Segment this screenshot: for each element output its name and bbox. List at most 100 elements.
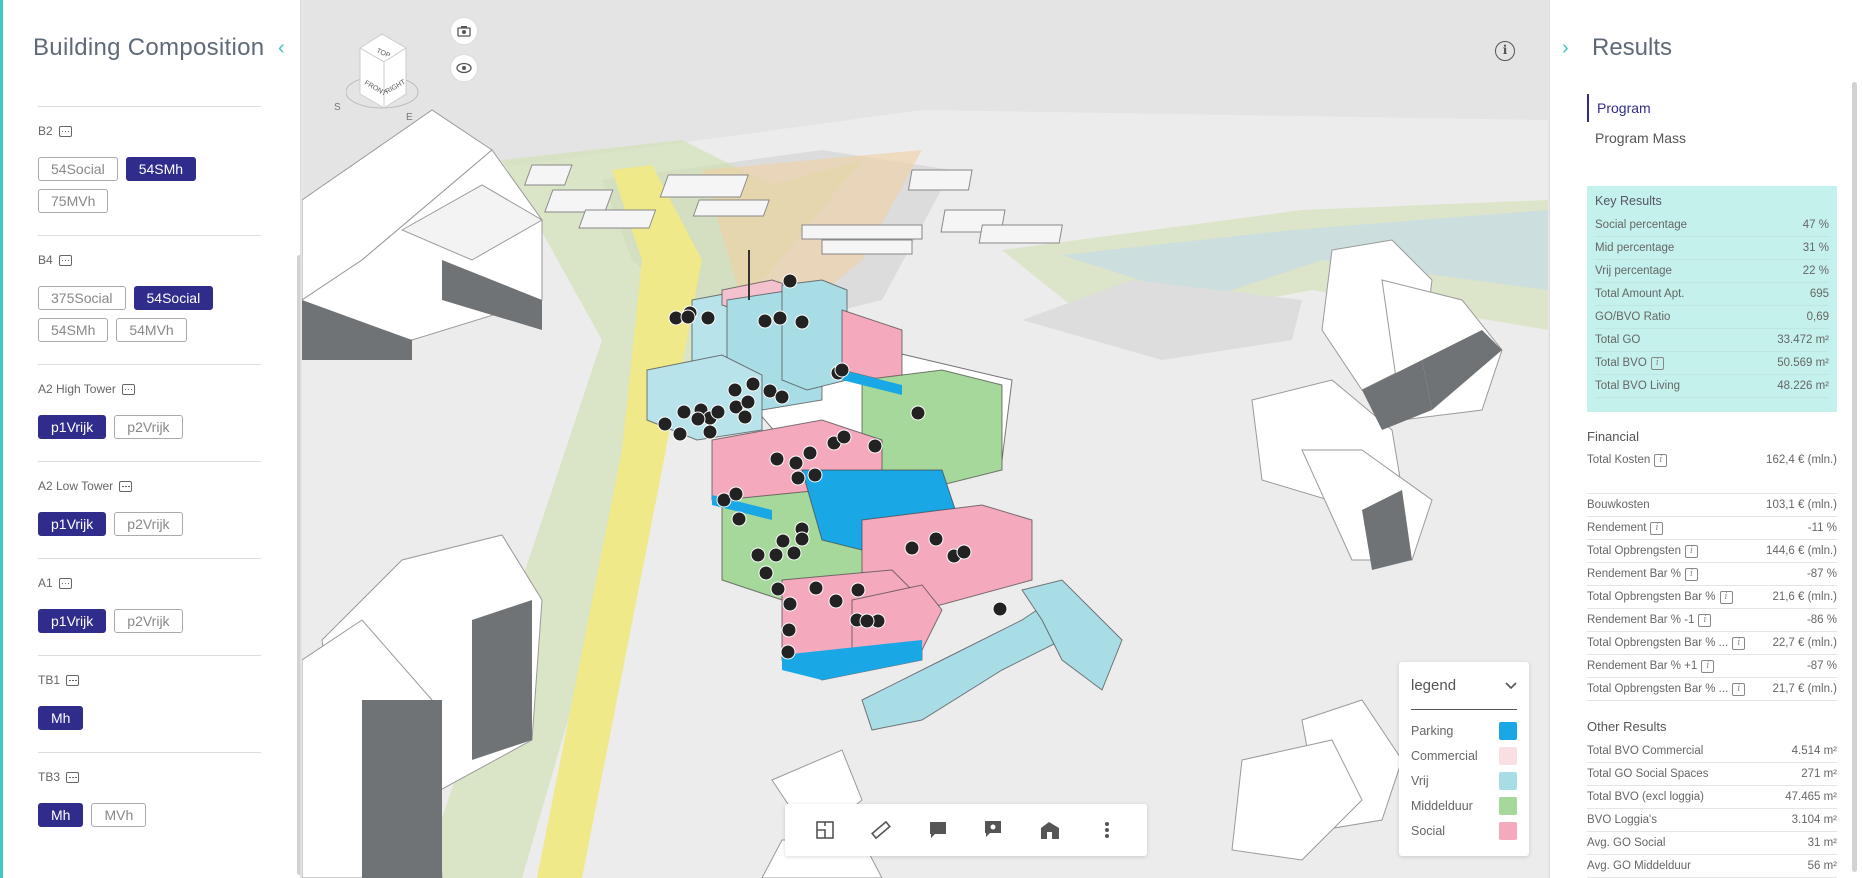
info-icon[interactable]: i [1650, 356, 1664, 370]
result-label: Rendement [1587, 522, 1647, 534]
info-icon[interactable]: i [1701, 659, 1715, 673]
variant-chip[interactable]: p1Vrijk [38, 609, 107, 633]
view-comments-button[interactable] [980, 816, 1008, 844]
compass-east: E [406, 112, 413, 123]
info-icon[interactable]: i [1654, 453, 1668, 467]
info-icon[interactable]: i [1495, 41, 1515, 61]
section-title: B2 [38, 123, 261, 139]
result-value: 22,7 € (mln.) [1772, 637, 1837, 649]
compass-south: S [334, 102, 341, 113]
result-label: Bouwkosten [1587, 499, 1650, 511]
variant-chip[interactable]: MVh [91, 803, 147, 827]
result-label: Total BVO (excl loggia) [1587, 791, 1704, 803]
result-row: Social percentage 47 % [1595, 214, 1829, 237]
3d-viewport[interactable]: TOP FRONT RIGHT S E i legend Parking Com… [302, 0, 1548, 878]
result-row: Total Opbrengsten i 144,6 € (mln.) [1587, 540, 1837, 563]
visibility-button[interactable] [450, 54, 478, 82]
variant-chip[interactable]: 375Social [38, 286, 126, 310]
collapse-left-icon[interactable]: ‹ [278, 38, 285, 58]
variant-chip[interactable]: p2Vrijk [114, 415, 183, 439]
building-icon [1041, 822, 1060, 839]
variant-chip[interactable]: p1Vrijk [38, 415, 107, 439]
section-label: A2 Low Tower [38, 479, 114, 493]
variant-chips: p1Vrijk p2Vrijk [38, 512, 238, 536]
options-icon[interactable] [121, 383, 135, 395]
floorplan-button[interactable] [811, 816, 839, 844]
result-value: -86 % [1806, 614, 1837, 626]
info-icon[interactable]: i [1650, 521, 1664, 535]
legend-item: Vrij [1411, 768, 1517, 793]
building-button[interactable] [1036, 816, 1064, 844]
result-label: Total BVO Living [1595, 379, 1681, 392]
view-cube[interactable]: TOP FRONT RIGHT S E [334, 22, 426, 123]
legend-header[interactable]: legend [1411, 662, 1517, 710]
variant-chip[interactable]: p1Vrijk [38, 512, 107, 536]
result-label: Rendement Bar % +1 [1587, 660, 1698, 672]
variant-chip[interactable]: p2Vrijk [114, 609, 183, 633]
info-icon[interactable]: i [1732, 636, 1746, 650]
result-value: -87 % [1806, 568, 1837, 580]
info-icon[interactable]: i [1684, 544, 1698, 558]
result-value: 21,6 € (mln.) [1772, 591, 1837, 603]
section-b4: B4 375Social 54Social 54SMh 54MVh [38, 235, 261, 342]
section-label: B2 [38, 124, 53, 138]
tab-program[interactable]: Program [1587, 94, 1686, 122]
options-icon[interactable] [66, 674, 80, 686]
screenshot-button[interactable] [450, 17, 478, 45]
variant-chip[interactable]: p2Vrijk [114, 512, 183, 536]
result-value: -11 % [1807, 522, 1837, 534]
result-row: Total BVO (excl loggia) 47.465 m² [1587, 786, 1837, 809]
result-label: Vrij percentage [1595, 264, 1672, 277]
variant-chip[interactable]: Mh [38, 803, 84, 827]
result-label-wrap: Mid percentage [1595, 237, 1674, 259]
camera-icon [457, 26, 471, 37]
info-icon[interactable]: i [1719, 590, 1733, 604]
result-label-wrap: Avg. GO Social [1587, 832, 1665, 854]
result-label-wrap: Avg. GO Middelduur [1587, 855, 1691, 877]
variant-chip[interactable]: 54SMh [38, 318, 109, 342]
info-icon[interactable]: i [1698, 613, 1712, 627]
legend-label: Middelduur [1411, 798, 1473, 813]
legend-swatch [1499, 746, 1517, 765]
variant-chip[interactable]: 54Social [133, 286, 214, 310]
info-icon[interactable]: i [1732, 682, 1746, 696]
result-label-wrap: Bouwkosten [1587, 494, 1650, 516]
tab-program-mass[interactable]: Program Mass [1587, 124, 1686, 152]
variant-chip[interactable]: 54SMh [125, 157, 197, 181]
options-icon[interactable] [119, 480, 133, 492]
financial-title: Financial [1587, 429, 1640, 444]
section-label: TB3 [38, 770, 61, 784]
result-row: Total Opbrengsten Bar % i 21,6 € (mln.) [1587, 586, 1837, 609]
results-panel: › Results Program Program Mass Key Resul… [1549, 0, 1862, 878]
variant-chip[interactable]: 75MVh [38, 189, 109, 213]
result-row: Total BVO Living 48.226 m² [1595, 375, 1829, 398]
variant-chip[interactable]: 54Social [38, 157, 118, 181]
section-tb1: TB1 Mh [38, 655, 261, 730]
result-label-wrap: Total BVO (excl loggia) [1587, 786, 1704, 808]
result-label: Total Amount Apt. [1595, 287, 1685, 300]
result-row: Rendement Bar % +1 i -87 % [1587, 655, 1837, 678]
result-label-wrap: Social percentage [1595, 214, 1687, 236]
variant-chip[interactable]: 54MVh [116, 318, 187, 342]
right-scrollbar[interactable] [1852, 82, 1857, 872]
legend-swatch [1499, 721, 1517, 740]
scene-canvas[interactable] [302, 0, 1548, 878]
result-label: Total BVO Commercial [1587, 745, 1704, 757]
result-label: GO/BVO Ratio [1595, 310, 1671, 323]
options-icon[interactable] [58, 254, 72, 266]
more-icon [1104, 822, 1109, 838]
options-icon[interactable] [66, 771, 80, 783]
comment-button[interactable] [924, 816, 952, 844]
variant-chip[interactable]: Mh [38, 706, 84, 730]
left-scrollbar[interactable] [297, 255, 300, 875]
options-icon[interactable] [58, 125, 72, 137]
more-button[interactable] [1093, 816, 1121, 844]
options-icon[interactable] [58, 577, 72, 589]
legend-panel: legend Parking Commercial Vrij Middelduur So… [1399, 662, 1529, 856]
collapse-right-icon[interactable]: › [1562, 38, 1569, 58]
result-value: 0,69 [1806, 311, 1829, 323]
result-label-wrap: Total Opbrengsten Bar % ... i [1587, 678, 1746, 700]
measure-button[interactable] [867, 816, 895, 844]
eye-icon [456, 62, 472, 74]
info-icon[interactable]: i [1684, 567, 1698, 581]
